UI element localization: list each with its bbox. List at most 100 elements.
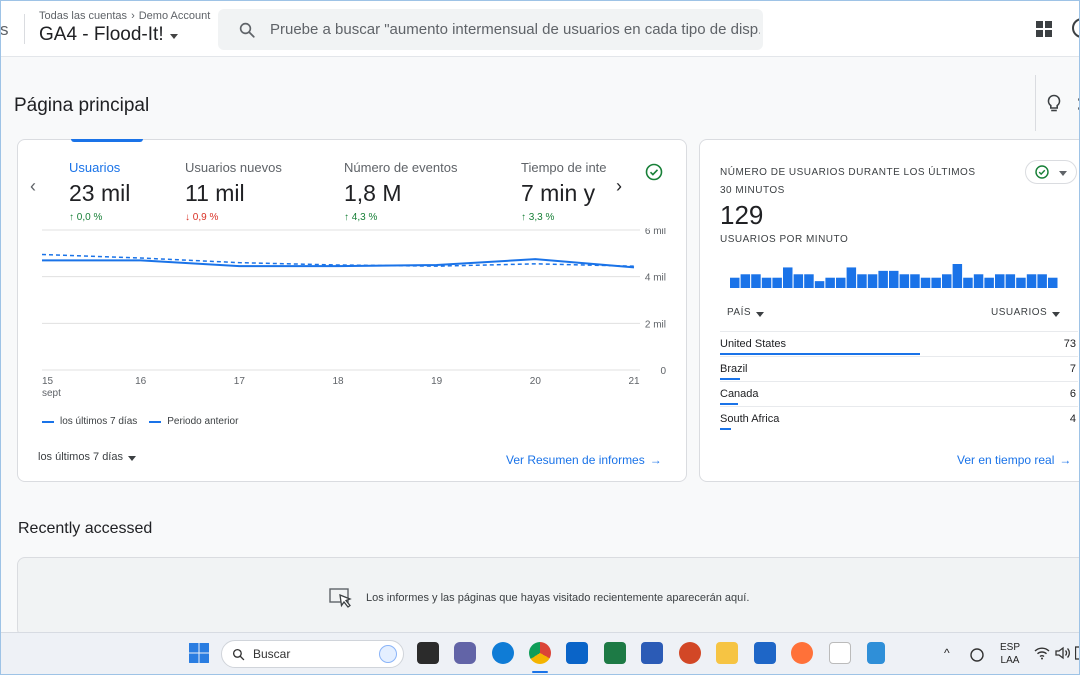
- check-circle-icon[interactable]: [644, 162, 664, 182]
- recently-accessed-title: Recently accessed: [18, 520, 153, 537]
- breadcrumb[interactable]: Todas las cuentas › Demo Account: [39, 10, 210, 22]
- table-row[interactable]: Canada 6: [720, 381, 1078, 406]
- battery-icon[interactable]: [1075, 646, 1080, 660]
- view-reports-label: Ver Resumen de informes: [506, 453, 645, 467]
- metric-delta: ↑ 0,0 %: [69, 212, 130, 223]
- country-name: Canada: [720, 388, 759, 400]
- current-period-line: [42, 258, 635, 269]
- country-header-label: PAÍS: [727, 307, 752, 318]
- search-input[interactable]: Pruebe a buscar "aumento intermensual de…: [270, 21, 760, 38]
- overview-card: ‹ Usuarios 23 mil ↑ 0,0 % Usuarios nuevo…: [17, 139, 687, 482]
- country-share-bar: [720, 403, 738, 405]
- minute-bar: [878, 270, 888, 288]
- volume-icon[interactable]: [1055, 646, 1071, 660]
- network-status-icon[interactable]: [968, 646, 986, 662]
- minute-bar: [857, 274, 867, 288]
- country-name: United States: [720, 338, 787, 350]
- search-icon: [239, 22, 255, 38]
- minute-bar: [751, 274, 761, 288]
- date-range-label: los últimos 7 días: [38, 451, 123, 463]
- date-range-selector[interactable]: los últimos 7 días: [38, 451, 136, 463]
- task-view-icon[interactable]: [417, 642, 439, 664]
- metric-delta-value: 0,9 %: [192, 212, 219, 223]
- excel-icon[interactable]: [604, 642, 626, 664]
- caret-down-icon: [1052, 311, 1061, 317]
- empty-state-message: Los informes y las páginas que hayas vis…: [366, 592, 750, 604]
- view-realtime-link[interactable]: Ver en tiempo real →: [957, 453, 1071, 467]
- metric-engagement-time[interactable]: Tiempo de inter 7 min y ↑ 3,3 %: [521, 160, 606, 223]
- minute-bar: [1048, 277, 1058, 288]
- bing-icon[interactable]: [379, 645, 397, 663]
- active-tab-indicator: [71, 139, 143, 142]
- minute-bar: [995, 274, 1005, 288]
- property-selector[interactable]: GA4 - Flood-It!: [39, 24, 178, 46]
- chrome-browser-icon[interactable]: [529, 642, 551, 664]
- metric-delta-value: 0,0 %: [76, 212, 103, 223]
- table-row[interactable]: South Africa 4: [720, 406, 1078, 431]
- windows-start-icon[interactable]: [188, 642, 210, 664]
- file-explorer-icon[interactable]: [716, 642, 738, 664]
- page-actions-divider: [1035, 75, 1036, 131]
- legend-solid-swatch: [42, 420, 54, 423]
- lightbulb-icon[interactable]: [1046, 94, 1062, 114]
- view-reports-link[interactable]: Ver Resumen de informes →: [506, 453, 662, 467]
- metric-users[interactable]: Usuarios 23 mil ↑ 0,0 %: [69, 160, 130, 223]
- minute-bar: [984, 277, 994, 288]
- share-icon[interactable]: [1074, 97, 1080, 111]
- account-avatar[interactable]: [1072, 18, 1080, 38]
- minute-bar: [740, 274, 751, 288]
- country-column-header[interactable]: PAÍS: [727, 307, 765, 318]
- metric-event-count[interactable]: Número de eventos 1,8 M ↑ 4,3 %: [344, 160, 457, 223]
- word-icon[interactable]: [641, 642, 663, 664]
- cursor-click-icon: [329, 588, 352, 608]
- apps-grid-icon[interactable]: [1036, 21, 1052, 37]
- edge-browser-icon[interactable]: [492, 642, 514, 664]
- search-bar[interactable]: Pruebe a buscar "aumento intermensual de…: [218, 9, 763, 50]
- minute-bar: [889, 270, 899, 288]
- metric-label: Usuarios: [69, 160, 121, 175]
- teams-chat-icon[interactable]: [454, 642, 476, 664]
- table-row[interactable]: United States 73: [720, 331, 1078, 356]
- amazon-icon[interactable]: [829, 642, 851, 664]
- breadcrumb-all-accounts[interactable]: Todas las cuentas: [39, 10, 127, 22]
- chevron-right-icon[interactable]: ›: [616, 176, 622, 197]
- minute-bar: [867, 274, 878, 288]
- taskbar-search[interactable]: Buscar: [221, 640, 404, 668]
- wifi-icon[interactable]: [1034, 646, 1050, 660]
- view-realtime-label: Ver en tiempo real: [957, 453, 1055, 467]
- breadcrumb-account[interactable]: Demo Account: [139, 10, 211, 22]
- microsoft-store-icon[interactable]: [754, 642, 776, 664]
- metric-delta: ↑ 4,3 %: [344, 212, 457, 223]
- notepad-icon[interactable]: [867, 642, 885, 664]
- property-name: GA4 - Flood-It!: [39, 24, 164, 45]
- language-indicator[interactable]: ESP LAA: [1000, 641, 1020, 667]
- realtime-status-menu[interactable]: [1025, 160, 1077, 184]
- legend-current: los últimos 7 días: [60, 416, 138, 427]
- arrow-up-icon: ↑: [344, 212, 352, 223]
- metric-delta: ↓ 0,9 %: [185, 212, 282, 223]
- y-tick-label: 0: [660, 366, 666, 377]
- metric-value: 23 mil: [69, 180, 131, 206]
- metric-delta-value: 3,3 %: [528, 212, 555, 223]
- chevron-left-icon[interactable]: ‹: [30, 176, 36, 197]
- users-column-header[interactable]: USUARIOS: [991, 307, 1061, 318]
- metric-value: 11 mil: [185, 180, 245, 206]
- country-users: 7: [1069, 363, 1076, 375]
- country-share-bar: [720, 378, 740, 380]
- table-row[interactable]: Brazil 7: [720, 356, 1078, 381]
- realtime-title-line2: 30 MINUTOS: [720, 185, 785, 196]
- powerpoint-icon[interactable]: [679, 642, 701, 664]
- country-share-bar: [720, 353, 921, 355]
- outlook-icon[interactable]: [566, 642, 588, 664]
- minute-bar: [1026, 274, 1037, 288]
- y-tick-label: 4 mil: [645, 273, 666, 284]
- chevron-up-icon[interactable]: ^: [944, 646, 950, 660]
- country-table: United States 73 Brazil 7 Canada 6 South…: [720, 331, 1078, 431]
- recently-accessed-empty-state: Los informes y las páginas que hayas vis…: [328, 586, 749, 610]
- metric-value: 1,8 M: [344, 180, 402, 206]
- firefox-icon[interactable]: [791, 642, 813, 664]
- metric-new-users[interactable]: Usuarios nuevos 11 mil ↓ 0,9 %: [185, 160, 282, 223]
- minute-bar: [1037, 274, 1047, 288]
- country-users: 73: [1063, 338, 1076, 350]
- x-tick-label: 21: [628, 376, 640, 387]
